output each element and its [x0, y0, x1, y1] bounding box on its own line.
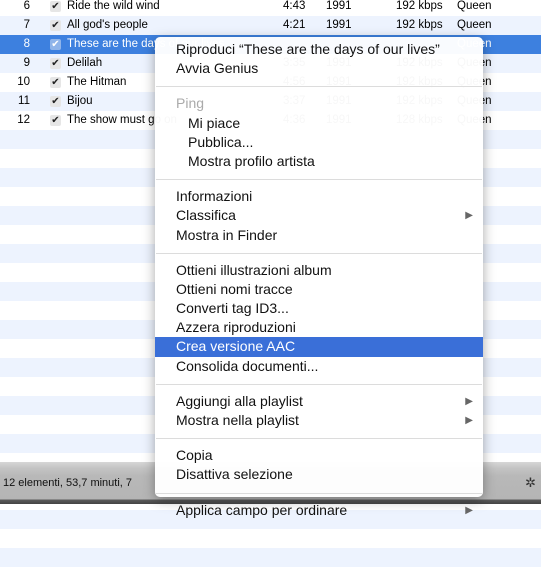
menu-item-label: Aggiungi alla playlist — [176, 392, 303, 409]
track-number: 11 — [18, 95, 30, 107]
menu-item[interactable]: Copia — [155, 446, 483, 465]
menu-item[interactable]: Pubblica... — [155, 133, 483, 152]
track-title: Delilah — [67, 57, 103, 69]
track-year: 1991 — [326, 0, 352, 12]
menu-item-label: Informazioni — [176, 188, 253, 205]
menu-item-label: Copia — [176, 447, 213, 464]
menu-item-label: Crea versione AAC — [176, 338, 296, 355]
context-menu: Riproduci “These are the days of our liv… — [155, 37, 483, 518]
track-bitrate: 192 kbps — [396, 0, 443, 12]
status-text: 12 elementi, 53,7 minuti, 7 — [3, 477, 133, 489]
empty-row — [0, 567, 541, 586]
menu-item-label: Converti tag ID3... — [176, 300, 289, 317]
genius-icon[interactable]: ✲ — [525, 475, 536, 491]
menu-item-label: Avvia Genius — [176, 60, 259, 77]
submenu-arrow-icon: ▶ — [465, 395, 473, 407]
menu-item[interactable]: Mostra in Finder — [155, 226, 483, 245]
menu-item[interactable]: Avvia Genius — [155, 59, 483, 78]
menu-item[interactable]: Disattiva selezione — [155, 465, 483, 484]
menu-item: Ping — [155, 94, 483, 113]
menu-item-label: Mostra nella playlist — [176, 412, 299, 428]
track-artist: Queen — [457, 19, 492, 31]
menu-item-label: Mostra in Finder — [176, 226, 278, 243]
track-time: 4:21 — [283, 19, 306, 31]
menu-item-label: Ottieni illustrazioni album — [176, 261, 332, 278]
menu-item-label: Mi piace — [188, 114, 241, 131]
submenu-arrow-icon: ▶ — [465, 415, 473, 426]
menu-item-label: Pubblica... — [188, 133, 254, 150]
track-number: 9 — [23, 57, 30, 69]
track-number: 6 — [23, 0, 30, 12]
track-checkbox[interactable]: ✔ — [50, 39, 61, 50]
track-checkbox[interactable]: ✔ — [50, 77, 61, 88]
menu-item[interactable]: Classifica ▶ — [155, 206, 483, 225]
track-title: The Hitman — [67, 76, 127, 88]
submenu-arrow-icon: ▶ — [465, 210, 473, 222]
track-number: 10 — [17, 76, 30, 88]
menu-item[interactable]: Ottieni nomi tracce — [155, 280, 483, 299]
menu-item[interactable]: Informazioni — [155, 187, 483, 206]
track-number: 7 — [23, 19, 30, 31]
track-checkbox[interactable]: ✔ — [50, 96, 61, 107]
menu-separator — [156, 492, 482, 494]
menu-item-label: Azzera riproduzioni — [176, 319, 296, 336]
menu-item[interactable]: Mi piace — [155, 114, 483, 133]
track-row[interactable]: 7 ✔ All god's people 4:21 1991 192 kbps Queen — [0, 16, 541, 35]
track-title: All god's people — [67, 19, 148, 31]
menu-separator — [156, 438, 482, 440]
track-checkbox[interactable]: ✔ — [50, 58, 61, 69]
track-title: Bijou — [67, 95, 93, 107]
menu-item[interactable]: Consolida documenti... — [155, 357, 483, 376]
track-checkbox[interactable]: ✔ — [50, 1, 61, 12]
menu-separator — [156, 86, 482, 88]
track-number: 12 — [17, 114, 30, 126]
menu-item[interactable]: Riproduci “These are the days of our liv… — [155, 40, 483, 59]
track-checkbox[interactable]: ✔ — [50, 115, 61, 126]
menu-item[interactable]: Ottieni illustrazioni album — [155, 261, 483, 280]
track-title: Ride the wild wind — [67, 0, 160, 12]
menu-item[interactable]: Converti tag ID3... — [155, 299, 483, 318]
menu-item[interactable]: Mostra profilo artista — [155, 152, 483, 171]
menu-item[interactable]: Mostra nella playlist ▶ — [155, 411, 483, 430]
menu-separator — [156, 252, 482, 254]
menu-item[interactable]: Crea versione AAC — [155, 337, 483, 357]
track-bitrate: 192 kbps — [396, 19, 443, 31]
menu-item-label: Consolida documenti... — [176, 357, 319, 374]
track-checkbox[interactable]: ✔ — [50, 20, 61, 31]
menu-item-label: Classifica — [176, 207, 236, 224]
menu-item-label: Riproduci “These are the days of our liv… — [176, 41, 440, 57]
menu-item-label: Mostra profilo artista — [188, 152, 315, 169]
menu-separator — [156, 383, 482, 385]
empty-row — [0, 548, 541, 567]
menu-item-label: Ottieni nomi tracce — [176, 280, 293, 297]
track-number: 8 — [23, 38, 30, 50]
track-row[interactable]: 6 ✔ Ride the wild wind 4:43 1991 192 kbps Quee… — [0, 0, 541, 16]
track-artist: Queen — [457, 0, 492, 12]
menu-separator — [156, 179, 482, 181]
track-year: 1991 — [326, 19, 352, 31]
empty-row — [0, 529, 541, 548]
menu-item[interactable]: Applica campo per ordinare ▶ — [155, 501, 483, 520]
menu-item-label: Disattiva selezione — [176, 466, 293, 483]
track-time: 4:43 — [283, 0, 306, 12]
menu-item[interactable]: Aggiungi alla playlist ▶ — [155, 392, 483, 411]
menu-item[interactable]: Azzera riproduzioni — [155, 318, 483, 337]
submenu-arrow-icon: ▶ — [465, 504, 473, 516]
menu-item-label: Ping — [176, 95, 205, 112]
